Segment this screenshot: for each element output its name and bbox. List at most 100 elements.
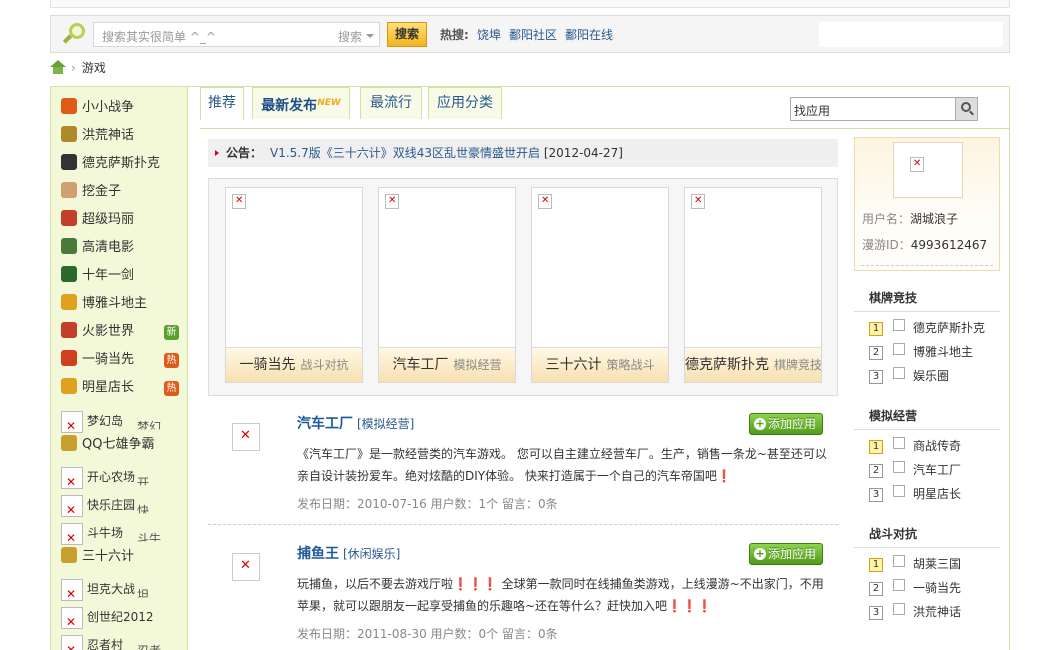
ranking-item[interactable]: 1 德克萨斯扑克 [869,319,985,337]
tab-categories[interactable]: 应用分类 [428,87,502,119]
ranking-item[interactable]: 1 胡莱三国 [869,555,961,573]
sidebar-game-item[interactable]: QQ七雄争霸 [61,433,154,459]
ranking-item[interactable]: 1 商战传奇 [869,437,961,455]
game-thumb-icon [893,461,905,473]
game-thumb-icon [893,367,905,379]
sidebar-game-label: 开心农场 [87,470,136,484]
app-meta: 发布日期：2010-07-16 用户数：1个 留言：0条 [297,497,558,511]
app-thumbnail[interactable] [232,423,260,451]
ranking-item[interactable]: 3 娱乐圈 [869,367,949,385]
sidebar-game-item[interactable]: 斗牛场斗牛 [61,521,161,550]
game-image[interactable] [226,188,362,348]
left-game-list: 小小战争洪荒神话德克萨斯扑克挖金子超级玛丽高清电影十年一剑博雅斗地主火影世界 新一… [50,86,188,650]
hot-link[interactable]: 饶埠 [477,26,501,43]
sidebar-game-item[interactable]: 博雅斗地主 [61,292,147,316]
sidebar-game-item[interactable]: 开心农场开 [61,465,149,494]
notice-bar: 公告： V1.5.7版《三十六计》双线43区乱世豪情盛世开启 [2012-04-2… [208,139,838,167]
game-image[interactable] [532,188,668,348]
app-thumbnail[interactable] [232,553,260,581]
ranking-item[interactable]: 2 汽车工厂 [869,461,961,479]
ranking-label: 洪荒神话 [913,605,962,619]
app-title[interactable]: 汽车工厂 [模拟经营] [297,413,414,433]
overflow-label: 开 [137,476,150,490]
overflow-label: 忍者 [137,639,161,650]
sidebar-game-label: 忍者村 [87,638,124,650]
arrow-icon [215,150,222,156]
sidebar-game-item[interactable]: 超级玛丽 [61,208,134,232]
broken-image-icon [61,522,83,550]
sword-icon [61,266,77,282]
hot-link[interactable]: 鄱阳在线 [565,26,613,43]
divider [208,524,838,525]
rank-number: 1 [869,322,883,336]
rank-number: 1 [869,558,883,572]
user-card: 用户名：湖城浪子 漫游ID：4993612467 [854,137,1000,271]
game-thumb-icon [893,437,905,449]
sidebar-game-item[interactable]: 德克萨斯扑克 [61,152,160,176]
sidebar-game-item[interactable]: 忍者村 忍者 [61,633,161,650]
landlord-icon [61,294,77,310]
badge: 新 [164,325,179,340]
search-button[interactable]: 搜索 [387,22,427,47]
sidebar-game-label: 小小战争 [82,100,135,115]
featured-card[interactable]: 一骑当先战斗对抗 [225,187,363,383]
sidebar-game-label: 一骑当先 [82,352,135,367]
sidebar-game-item[interactable]: 挖金子 [61,180,121,204]
home-icon[interactable] [50,60,66,74]
ranking-item[interactable]: 2 一骑当先 [869,579,961,597]
sidebar-game-item[interactable]: 高清电影 [61,236,134,260]
broken-image-icon [61,606,83,634]
sidebar-game-item[interactable]: 三十六计 [61,545,134,571]
sidebar-game-item[interactable]: 创世纪2012 [61,605,154,634]
ranking-item[interactable]: 3 洪荒神话 [869,603,961,621]
sidebar-game-item[interactable]: 坦克大战坦 [61,577,149,606]
sidebar-game-label: QQ七雄争霸 [82,437,155,452]
app-item: 汽车工厂[模拟经营] +添加应用 《汽车工厂》是一款经营类的汽车游戏。 您可以自… [208,413,838,523]
gold-icon [61,182,77,198]
page: 搜索其实很简单 ^_^ 搜索 搜索 热搜: 饶埠 鄱阳社区 鄱阳在线 › 游戏 小… [0,0,1044,650]
sidebar-game-item[interactable]: 十年一剑 [61,264,134,288]
tab-popular[interactable]: 最流行 [360,87,422,119]
broken-image-icon [61,494,83,522]
ranking-item[interactable]: 3 明星店长 [869,485,961,503]
hot-search-label: 热搜: [440,28,469,42]
notice-link[interactable]: V1.5.7版《三十六计》双线43区乱世豪情盛世开启 [270,146,540,160]
featured-card[interactable]: 德克萨斯扑克棋牌竞技 [684,187,822,383]
find-app-input[interactable]: 找应用 [790,97,978,121]
game-icon [61,435,77,451]
sidebar-game-item[interactable]: 一骑当先 热 [61,348,179,372]
search-type-select[interactable]: 搜索 [334,22,380,47]
rank-number: 3 [869,606,883,620]
search-icon[interactable] [955,98,977,120]
search-input[interactable]: 搜索其实很简单 ^_^ [93,22,335,47]
tab-recommend[interactable]: 推荐 [200,87,244,120]
avatar[interactable] [893,142,963,198]
film-icon [61,238,77,254]
featured-card[interactable]: 汽车工厂模拟经营 [378,187,516,383]
app-item: 捕鱼王[休闲娱乐] +添加应用 玩捕鱼，以后不要去游戏厅啦❗❗❗ 全球第一款同时… [208,543,838,650]
app-title[interactable]: 捕鱼王 [休闲娱乐] [297,543,400,563]
rank-number: 2 [869,582,883,596]
game-image[interactable] [685,188,821,348]
add-app-button[interactable]: + 添加应用 [749,543,823,565]
sidebar-game-item[interactable]: 洪荒神话 [61,124,134,148]
star-shop-icon [61,378,77,394]
hot-link[interactable]: 鄱阳社区 [509,26,557,43]
ranking-item[interactable]: 2 博雅斗地主 [869,343,973,361]
sidebar-game-item[interactable]: 明星店长 热 [61,376,179,400]
overflow-label: 斗牛 [137,532,162,546]
sidebar-game-item[interactable]: 火影世界 新 [61,320,179,344]
top-bar [50,0,1010,8]
game-image[interactable] [379,188,515,348]
user-name-row: 用户名：湖城浪子 [862,212,959,226]
sidebar-game-label: 德克萨斯扑克 [82,156,161,171]
tab-newest[interactable]: 最新发布NEW [252,87,350,119]
featured-card[interactable]: 三十六计策略战斗 [531,187,669,383]
search-bar: 搜索其实很简单 ^_^ 搜索 搜索 热搜: 饶埠 鄱阳社区 鄱阳在线 [50,15,1010,53]
sidebar-game-item[interactable]: 梦幻岛梦幻 [61,409,161,438]
plus-icon: + [754,417,766,430]
add-app-button[interactable]: + 添加应用 [749,413,823,435]
game-icon [61,547,77,563]
sidebar-game-item[interactable]: 快乐庄园快 [61,493,149,522]
sidebar-game-item[interactable]: 小小战争 [61,96,134,120]
